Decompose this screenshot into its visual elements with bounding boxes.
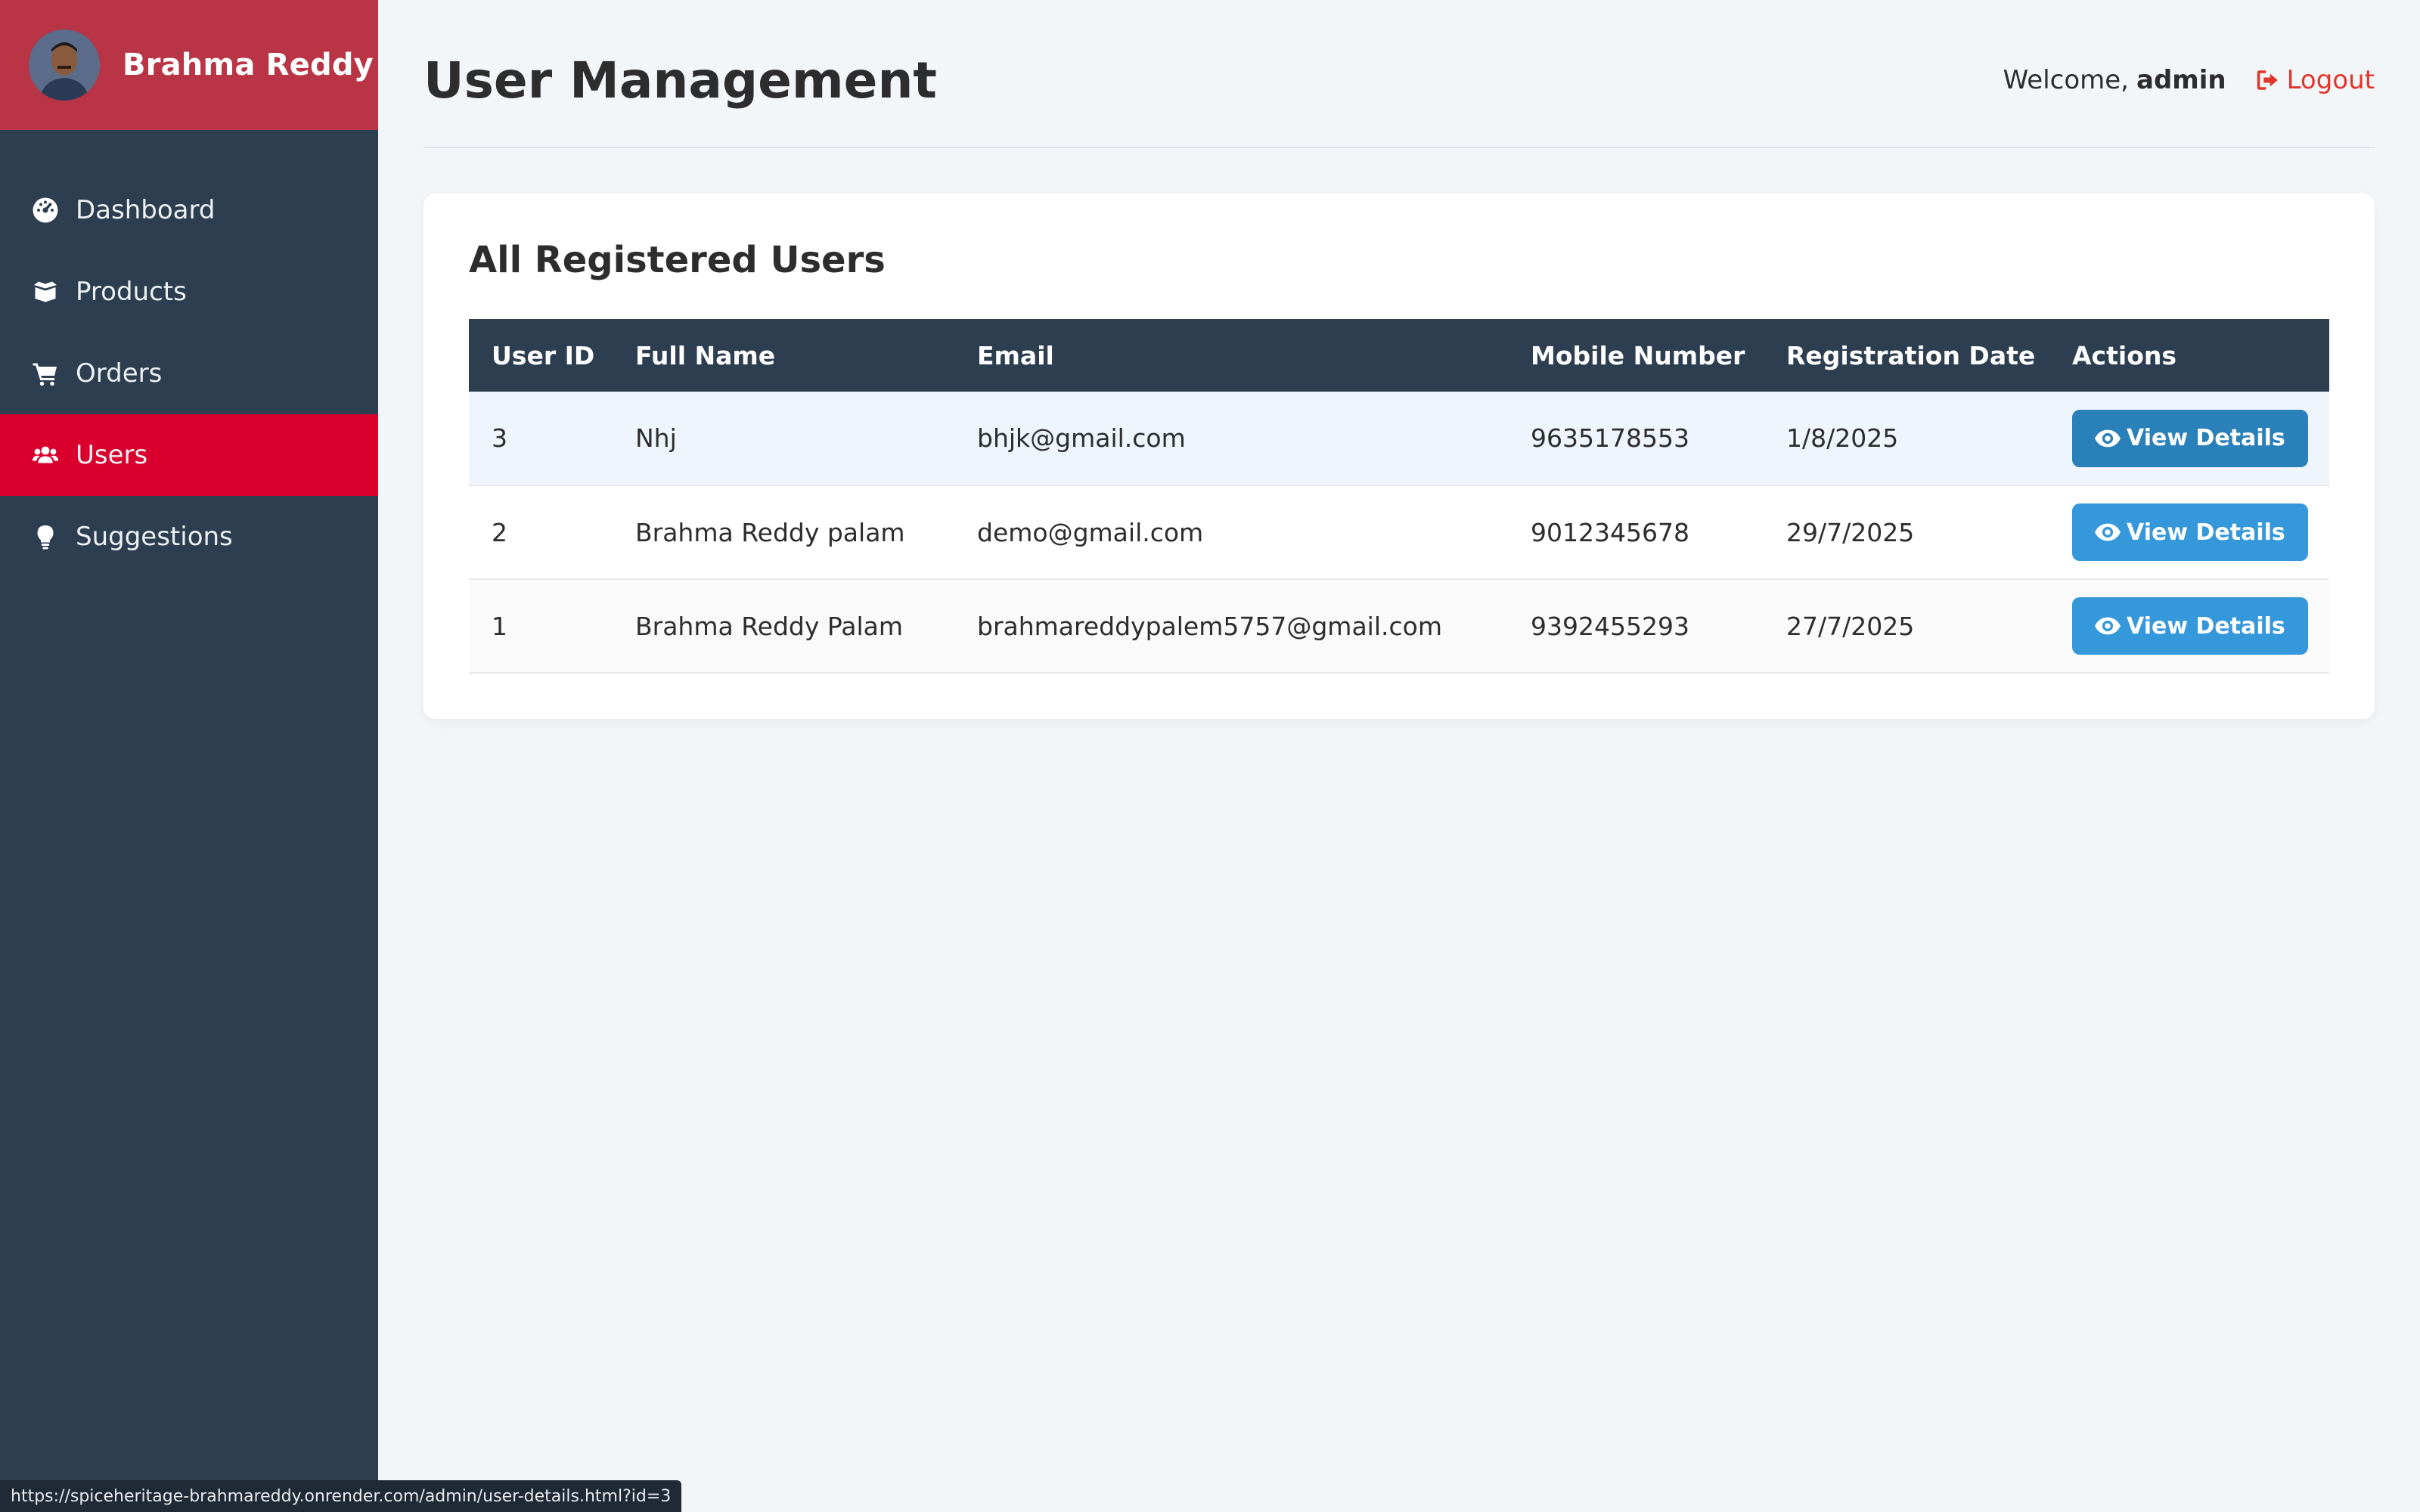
cell-registration-date: 1/8/2025 (1764, 392, 2049, 486)
view-details-button[interactable]: View Details (2072, 597, 2308, 655)
column-header-mobile: Mobile Number (1531, 340, 1745, 370)
cell-email: brahmareddypalem5757@gmail.com (954, 579, 1508, 674)
sidebar-item-label: Dashboard (76, 195, 216, 225)
cell-email: bhjk@gmail.com (954, 392, 1508, 486)
view-details-label: View Details (2127, 612, 2285, 640)
table-row: 3 Nhj bhjk@gmail.com 9635178553 1/8/2025… (469, 392, 2329, 486)
avatar (29, 29, 100, 101)
sidebar-item-products[interactable]: Products (0, 251, 378, 333)
column-header-registration-date: Registration Date (1786, 340, 2036, 370)
brand-header: Brahma Reddy (0, 0, 378, 130)
view-details-button[interactable]: View Details (2072, 503, 2308, 561)
table-row: 2 Brahma Reddy palam demo@gmail.com 9012… (469, 485, 2329, 580)
sidebar-item-orders[interactable]: Orders (0, 333, 378, 414)
sidebar-item-suggestions[interactable]: Suggestions (0, 496, 378, 578)
cell-user-id: 2 (469, 485, 613, 580)
cell-full-name: Nhj (613, 392, 954, 486)
eye-icon (2095, 523, 2121, 541)
dashboard-icon (32, 197, 59, 224)
cell-user-id: 1 (469, 579, 613, 674)
sidebar-item-users[interactable]: Users (0, 414, 378, 496)
users-icon (32, 442, 59, 469)
users-card: All Registered Users User ID Full Name E… (424, 194, 2375, 719)
cell-registration-date: 27/7/2025 (1764, 579, 2049, 674)
cell-mobile: 9392455293 (1508, 579, 1764, 674)
page-title: User Management (424, 51, 937, 110)
cell-actions: View Details (2049, 579, 2329, 674)
column-header-email: Email (977, 340, 1054, 370)
sidebar-item-dashboard[interactable]: Dashboard (0, 169, 378, 251)
column-header-full-name: Full Name (635, 340, 776, 370)
sidebar-item-label: Users (76, 440, 148, 470)
welcome-username: admin (2136, 65, 2226, 95)
cart-icon (32, 360, 59, 387)
sidebar: Brahma Reddy Dashboard Products Orders U… (0, 0, 378, 1512)
table-row: 1 Brahma Reddy Palam brahmareddypalem575… (469, 579, 2329, 674)
sidebar-nav: Dashboard Products Orders Users Suggesti… (0, 169, 378, 578)
sidebar-item-label: Suggestions (76, 522, 233, 552)
cell-actions: View Details (2049, 392, 2329, 486)
cell-full-name: Brahma Reddy palam (613, 485, 954, 580)
header-user-area: Welcome, admin Logout (2003, 65, 2375, 95)
card-title: All Registered Users (469, 239, 886, 281)
logout-icon (2257, 70, 2278, 90)
column-header-user-id: User ID (492, 340, 595, 370)
table-header-row: User ID Full Name Email Mobile Number Re… (469, 319, 2329, 392)
users-table: User ID Full Name Email Mobile Number Re… (469, 319, 2329, 674)
cell-user-id: 3 (469, 392, 613, 486)
box-icon (32, 278, 59, 305)
status-bar-url: https://spiceheritage-brahmareddy.onrend… (0, 1480, 682, 1512)
cell-mobile: 9635178553 (1508, 392, 1764, 486)
logout-label: Logout (2286, 65, 2375, 95)
column-header-actions: Actions (2072, 340, 2176, 370)
cell-actions: View Details (2049, 485, 2329, 580)
sidebar-item-label: Orders (76, 358, 163, 389)
view-details-button[interactable]: View Details (2072, 409, 2308, 467)
eye-icon (2095, 429, 2121, 447)
cell-registration-date: 29/7/2025 (1764, 485, 2049, 580)
page-header: User Management Welcome, admin Logout (424, 0, 2375, 148)
logout-link[interactable]: Logout (2255, 65, 2375, 95)
view-details-label: View Details (2127, 519, 2285, 546)
view-details-label: View Details (2127, 425, 2285, 451)
eye-icon (2095, 617, 2121, 635)
cell-email: demo@gmail.com (954, 485, 1508, 580)
main-content: User Management Welcome, admin Logout Al… (424, 0, 2375, 719)
sidebar-item-label: Products (76, 277, 187, 307)
lightbulb-icon (32, 523, 59, 550)
welcome-text: Welcome, (2003, 65, 2129, 95)
cell-mobile: 9012345678 (1508, 485, 1764, 580)
cell-full-name: Brahma Reddy Palam (613, 579, 954, 674)
brand-name: Brahma Reddy (123, 48, 374, 82)
